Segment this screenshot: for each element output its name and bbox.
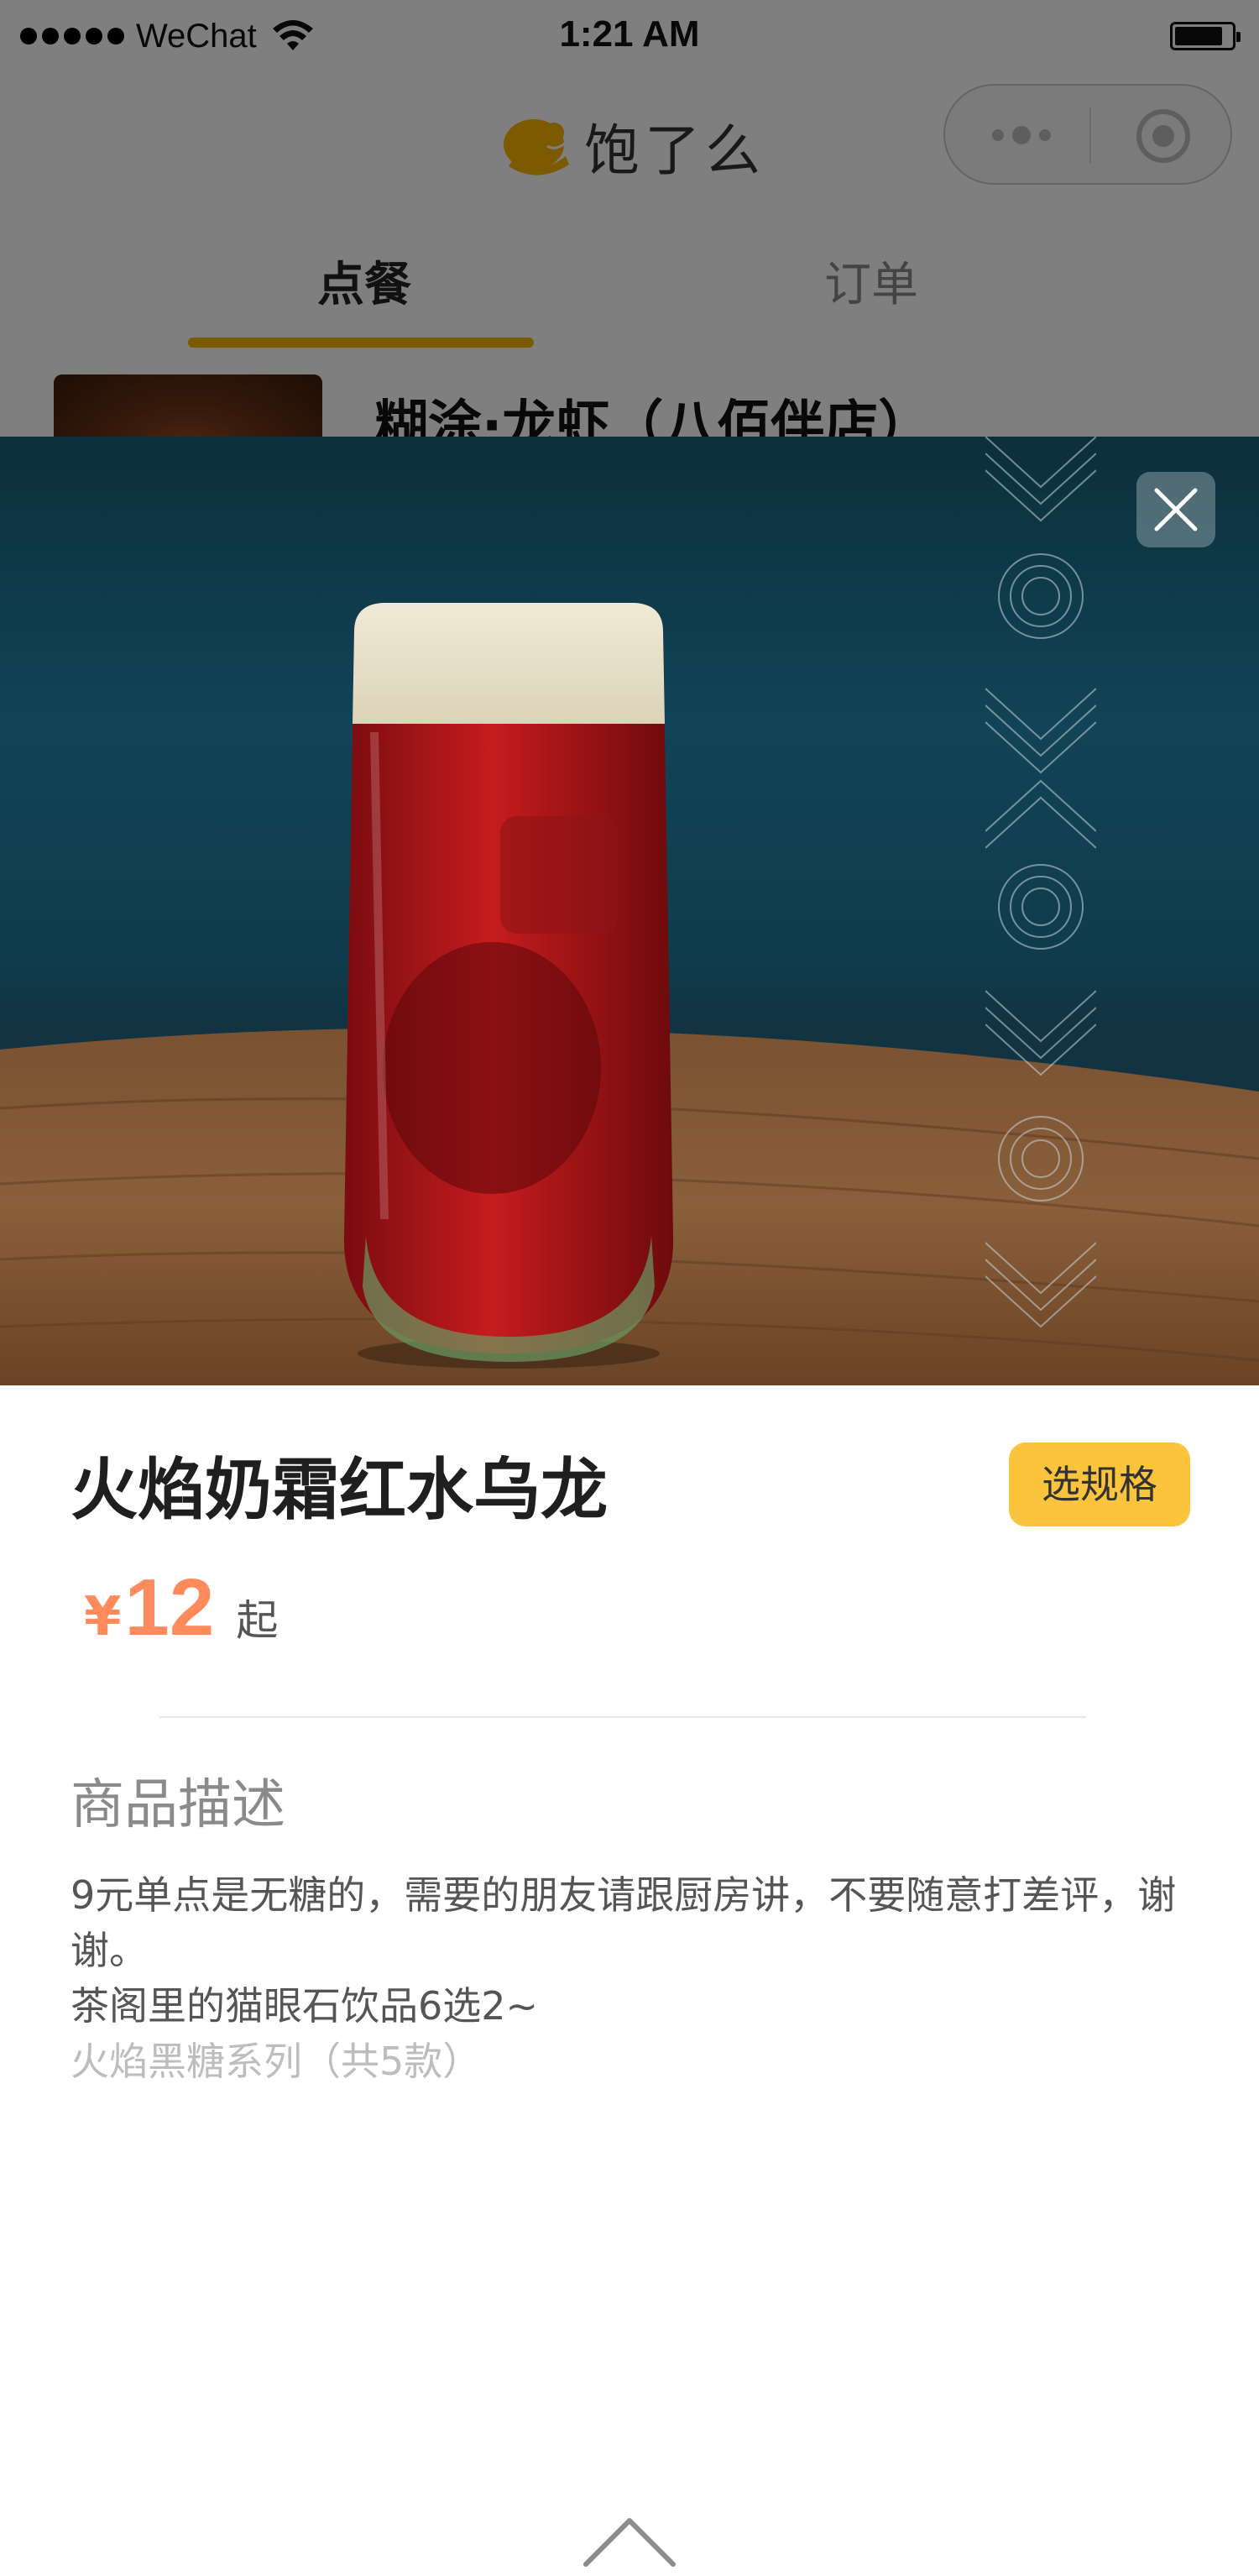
description-line: 9元单点是无糖的，需要的朋友请跟厨房讲，不要随意打差评，谢谢。	[71, 1872, 1177, 1973]
expand-button[interactable]	[579, 2509, 680, 2573]
decorative-pattern	[985, 437, 1096, 1328]
description-line: 火焰黑糖系列（共5款）	[71, 2039, 482, 2084]
product-detail-modal: 火焰奶霜红水乌龙 选规格 ¥ 12 起 商品描述 9元单点是无糖的，需要的朋友请…	[0, 437, 1259, 2567]
price: ¥ 12 起	[84, 1562, 278, 1654]
select-spec-button[interactable]: 选规格	[1009, 1442, 1190, 1526]
price-currency: ¥	[84, 1586, 122, 1648]
product-name: 火焰奶霜红水乌龙	[71, 1451, 608, 1529]
drink-glass	[343, 603, 674, 1369]
modal-overlay[interactable]	[0, 0, 1259, 437]
chevron-up-icon[interactable]	[579, 2509, 680, 2573]
close-icon[interactable]	[1152, 485, 1200, 534]
description-line: 茶阁里的猫眼石饮品6选2~	[71, 1983, 539, 2029]
description-title: 商品描述	[71, 1774, 285, 1836]
price-suffix: 起	[236, 1596, 279, 1645]
product-image	[0, 437, 1259, 1385]
divider	[159, 1716, 1086, 1718]
price-value: 12	[124, 1563, 215, 1652]
close-button[interactable]	[1136, 472, 1215, 547]
description-body: 9元单点是无糖的，需要的朋友请跟厨房讲，不要随意打差评，谢谢。 茶阁里的猫眼石饮…	[71, 1867, 1204, 2089]
app-background: WeChat 1:21 AM 饱了么	[0, 0, 1259, 484]
